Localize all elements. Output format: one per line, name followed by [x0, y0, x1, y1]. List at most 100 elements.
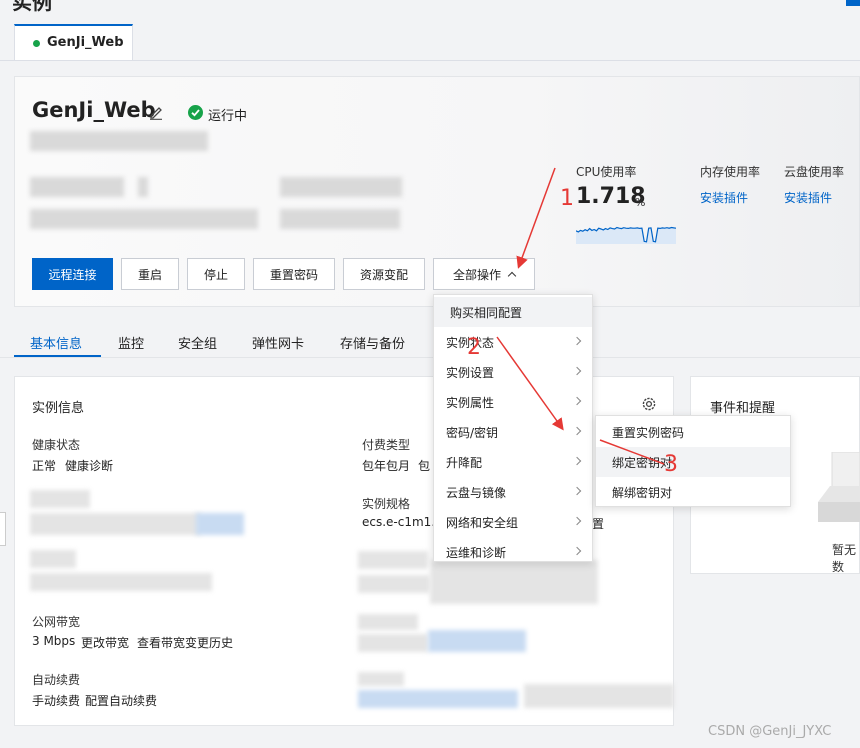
memory-usage-label: 内存使用率 — [700, 165, 761, 179]
billing-type-value: 包年包月 — [362, 459, 411, 473]
running-dot-icon — [33, 40, 40, 47]
billing-type-label: 付费类型 — [362, 438, 411, 452]
redacted-field — [138, 177, 148, 197]
menu-item-label: 云盘与镜像 — [446, 485, 507, 500]
redacted-field — [524, 684, 674, 708]
menu-item-label: 实例属性 — [446, 395, 495, 410]
cpu-usage-label: CPU使用率 — [576, 165, 637, 179]
chevron-right-icon — [572, 336, 582, 346]
menu-item-disk-image[interactable]: 云盘与镜像 — [434, 477, 592, 507]
redacted-field — [30, 550, 76, 568]
instance-info-title: 实例信息 — [32, 401, 85, 416]
menu-item-upgrade-downgrade[interactable]: 升降配 — [434, 447, 592, 477]
reset-password-button[interactable]: 重置密码 — [253, 258, 335, 290]
tab-storage-backup[interactable]: 存储与备份 — [340, 333, 405, 352]
redacted-block — [430, 560, 598, 604]
redacted-field — [358, 614, 418, 630]
menu-item-label: 运维和诊断 — [446, 545, 507, 560]
bandwidth-label: 公网带宽 — [32, 615, 81, 629]
annotation-number-1: 1 — [560, 186, 574, 211]
watermark: CSDN @GenJi_JYXC — [708, 724, 832, 739]
chevron-right-icon — [572, 546, 582, 556]
chevron-up-icon — [507, 271, 517, 280]
menu-item-instance-status[interactable]: 实例状态 — [434, 327, 592, 357]
auto-renew-label: 自动续费 — [32, 673, 81, 687]
bandwidth-value: 3 Mbps — [32, 634, 76, 648]
health-status-label: 健康状态 — [32, 438, 81, 452]
remote-connect-button[interactable]: 远程连接 — [32, 258, 113, 290]
status-badge: 运行中 — [208, 109, 248, 124]
chevron-right-icon — [572, 516, 582, 526]
page-title: 实例 — [12, 0, 52, 14]
corner-button-fragment[interactable] — [846, 0, 860, 6]
stop-button[interactable]: 停止 — [187, 258, 245, 290]
redacted-field — [280, 209, 400, 229]
resize-button[interactable]: 资源变配 — [343, 258, 425, 290]
menu-item-buy-same-config[interactable]: 购买相同配置 — [434, 297, 592, 327]
edit-icon[interactable] — [148, 104, 164, 120]
cpu-sparkline[interactable] — [576, 222, 676, 244]
redacted-link — [358, 690, 518, 708]
redacted-field — [30, 209, 258, 229]
redacted-field — [30, 513, 200, 535]
instance-name: GenJi_Web — [32, 98, 156, 122]
menu-item-label: 购买相同配置 — [450, 305, 523, 320]
submenu-unbind-keypair[interactable]: 解绑密钥对 — [596, 477, 790, 507]
menu-item-password-key[interactable]: 密码/密钥 — [434, 417, 592, 447]
all-operations-label: 全部操作 — [452, 267, 501, 282]
gear-icon[interactable] — [640, 395, 658, 413]
tab-security-group[interactable]: 安全组 — [178, 333, 217, 352]
menu-item-ops-diagnosis[interactable]: 运维和诊断 — [434, 537, 592, 561]
change-bandwidth-link[interactable]: 更改带宽 — [81, 634, 129, 651]
tab-basic-info[interactable]: 基本信息 — [30, 333, 82, 352]
menu-item-instance-settings[interactable]: 实例设置 — [434, 357, 592, 387]
instance-spec-label: 实例规格 — [362, 497, 411, 511]
active-tab-indicator — [14, 355, 101, 357]
tab-strip-divider — [0, 60, 860, 61]
submenu-item-label: 绑定密钥对 — [612, 455, 673, 470]
chevron-right-icon — [572, 486, 582, 496]
status-check-icon — [188, 105, 203, 120]
restart-button[interactable]: 重启 — [121, 258, 179, 290]
disk-install-plugin-link[interactable]: 安装插件 — [784, 189, 832, 206]
menu-item-label: 实例设置 — [446, 365, 495, 380]
redacted-field — [358, 634, 428, 652]
all-operations-button[interactable]: 全部操作 — [433, 258, 535, 290]
redacted-field — [30, 490, 90, 508]
redacted-field — [358, 672, 404, 686]
menu-item-label: 升降配 — [446, 455, 483, 470]
submenu-reset-password[interactable]: 重置实例密码 — [596, 417, 790, 447]
redacted-field — [30, 573, 212, 591]
redacted-field — [358, 551, 428, 569]
configure-auto-renew-link[interactable]: 配置自动续费 — [85, 692, 157, 709]
billing-link-partial[interactable]: 包 — [418, 457, 430, 474]
events-title: 事件和提醒 — [710, 401, 776, 416]
health-diagnosis-link[interactable]: 健康诊断 — [65, 457, 113, 474]
tab-label: GenJi_Web — [47, 35, 124, 50]
tab-genji-web[interactable]: GenJi_Web — [14, 24, 133, 60]
tab-monitoring[interactable]: 监控 — [118, 333, 144, 352]
memory-install-plugin-link[interactable]: 安装插件 — [700, 189, 748, 206]
menu-item-label: 网络和安全组 — [446, 515, 519, 530]
annotation-number-2: 2 — [467, 335, 481, 360]
bandwidth-history-link[interactable]: 查看带宽变更历史 — [137, 634, 233, 651]
tab-elastic-nic[interactable]: 弹性网卡 — [252, 333, 304, 352]
redacted-instance-id — [30, 131, 208, 151]
chevron-right-icon — [572, 426, 582, 436]
disk-usage-label: 云盘使用率 — [784, 165, 845, 179]
menu-item-label: 密码/密钥 — [446, 425, 499, 440]
menu-item-instance-properties[interactable]: 实例属性 — [434, 387, 592, 417]
auto-renew-value: 手动续费 — [32, 694, 81, 708]
spec-link-partial[interactable]: 置 — [592, 515, 604, 532]
chevron-right-icon — [572, 396, 582, 406]
chevron-right-icon — [572, 456, 582, 466]
nav-divider — [0, 357, 860, 358]
chevron-right-icon — [572, 366, 582, 376]
menu-item-network-security[interactable]: 网络和安全组 — [434, 507, 592, 537]
side-collapse-handle[interactable] — [0, 512, 6, 546]
redacted-link — [196, 513, 244, 535]
cpu-usage-unit: % — [635, 196, 646, 209]
empty-state-text: 暂无数 — [832, 543, 857, 574]
submenu-bind-keypair[interactable]: 绑定密钥对 — [596, 447, 790, 477]
redacted-field — [30, 177, 124, 197]
